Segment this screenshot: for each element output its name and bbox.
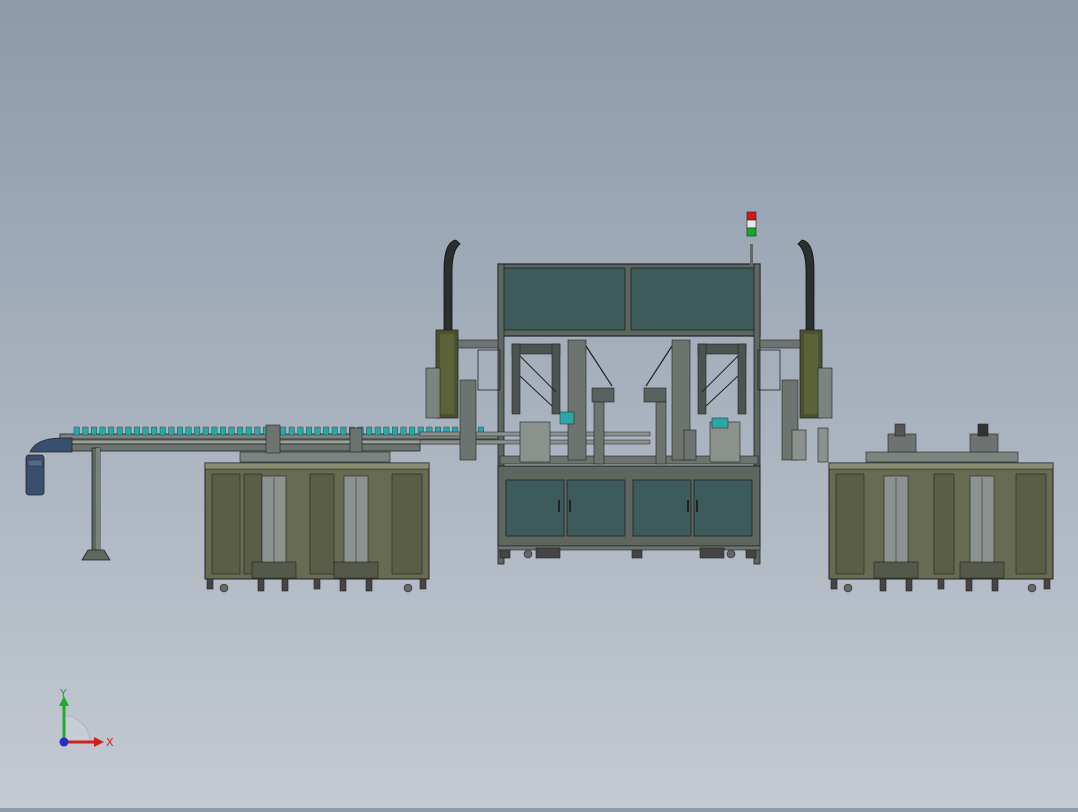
stack-light-lamp bbox=[746, 227, 757, 237]
bottle bbox=[254, 426, 261, 436]
bottle bbox=[280, 426, 287, 436]
bottle bbox=[400, 426, 407, 436]
bottle bbox=[306, 426, 312, 436]
bottle bbox=[340, 426, 347, 436]
bottle bbox=[409, 426, 416, 436]
bottle bbox=[219, 426, 226, 436]
bottle bbox=[116, 426, 123, 436]
x-axis-label: X bbox=[106, 736, 114, 749]
bottle bbox=[228, 426, 235, 436]
right-cabinet bbox=[828, 423, 1054, 593]
stack-light bbox=[746, 211, 757, 266]
bottle bbox=[99, 426, 106, 436]
bottle bbox=[142, 426, 149, 436]
y-axis-label: Y bbox=[59, 687, 67, 700]
bottle bbox=[108, 426, 115, 436]
right-feeder bbox=[757, 239, 833, 463]
bottle bbox=[392, 426, 398, 436]
bottle bbox=[176, 426, 183, 436]
bottle bbox=[245, 426, 252, 436]
bottle bbox=[383, 426, 390, 436]
bottle bbox=[194, 426, 201, 436]
bottle bbox=[133, 426, 140, 436]
triad-arc bbox=[63, 715, 91, 743]
bottle bbox=[90, 426, 97, 436]
bottle bbox=[125, 426, 132, 436]
bottle bbox=[366, 426, 373, 436]
bottle bbox=[331, 426, 338, 436]
bottle bbox=[151, 426, 158, 436]
assembly-model[interactable] bbox=[0, 0, 1078, 808]
bottle bbox=[374, 426, 381, 436]
cad-viewport[interactable]: Y X bbox=[0, 0, 1078, 808]
stack-light-lamp bbox=[746, 219, 757, 229]
bottle bbox=[168, 426, 175, 436]
bottle bbox=[314, 426, 321, 436]
bottle bbox=[288, 426, 295, 436]
bottle bbox=[82, 426, 89, 436]
bottle bbox=[297, 426, 304, 436]
bottle bbox=[211, 426, 218, 436]
bottle bbox=[73, 426, 80, 436]
bottle bbox=[159, 426, 166, 436]
stack-light-lamp bbox=[746, 211, 757, 221]
x-axis-arrowhead bbox=[94, 737, 104, 747]
bottle bbox=[237, 426, 244, 436]
z-axis-dot bbox=[59, 737, 69, 747]
coordinate-triad: Y X bbox=[59, 687, 114, 749]
bottle bbox=[323, 426, 330, 436]
bottle bbox=[202, 426, 209, 436]
bottle bbox=[185, 426, 192, 436]
